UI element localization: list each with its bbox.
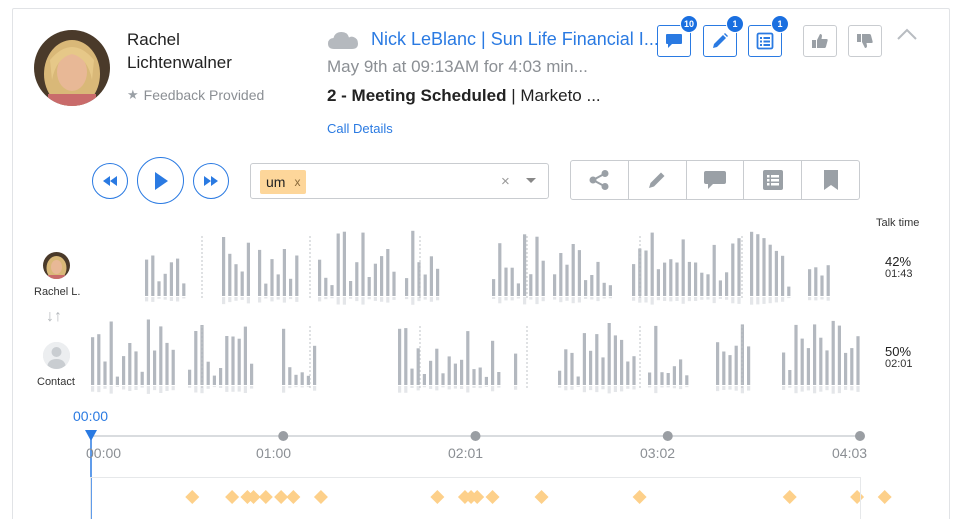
rep-talk-percent: 42% bbox=[885, 254, 912, 269]
share-icon bbox=[589, 170, 609, 190]
timeline-tick-label: 03:02 bbox=[640, 445, 676, 461]
pencil-icon bbox=[713, 33, 728, 48]
talk-time-header: Talk time bbox=[876, 217, 920, 229]
comment-icon bbox=[703, 171, 726, 189]
share-button[interactable] bbox=[571, 161, 629, 199]
pencil-icon bbox=[649, 172, 665, 188]
keyword-filter-input[interactable]: um x × bbox=[250, 163, 549, 199]
feedback-label: Feedback Provided bbox=[143, 87, 265, 103]
call-title-row: Nick LeBlanc | Sun Life Financial I... bbox=[327, 29, 659, 50]
comments-button[interactable]: 10 bbox=[657, 15, 698, 57]
keyword-marker-strip bbox=[90, 477, 861, 519]
annotate-button[interactable] bbox=[629, 161, 687, 199]
outline-button[interactable]: 1 bbox=[748, 15, 789, 57]
fast-forward-icon bbox=[204, 176, 218, 186]
rep-speaker-avatar bbox=[43, 252, 70, 279]
dislike-button[interactable] bbox=[848, 25, 882, 57]
like-button[interactable] bbox=[803, 25, 837, 57]
call-stage: 2 - Meeting Scheduled | Marketo ... bbox=[327, 86, 601, 106]
keyword-chip-label: um bbox=[266, 174, 286, 190]
contact-speaker-label: Contact bbox=[37, 376, 75, 388]
outline-count-badge: 1 bbox=[771, 15, 789, 33]
timeline-tick-label: 02:01 bbox=[448, 445, 484, 461]
comment-icon bbox=[666, 34, 682, 48]
notes-count-badge: 1 bbox=[726, 15, 744, 33]
call-card bbox=[12, 8, 950, 519]
rewind-button[interactable] bbox=[92, 163, 128, 199]
rep-talk-duration: 01:43 bbox=[885, 268, 913, 280]
notes-button[interactable]: 1 bbox=[703, 15, 744, 57]
star-icon: ★ bbox=[127, 87, 139, 102]
play-icon bbox=[154, 171, 168, 190]
current-time-label: 00:00 bbox=[73, 408, 109, 424]
contact-talk-percent: 50% bbox=[885, 344, 912, 359]
contact-speaker-avatar bbox=[43, 342, 70, 369]
clear-filter-icon[interactable]: × bbox=[501, 173, 510, 190]
list-icon bbox=[756, 32, 774, 50]
thumbs-down-icon bbox=[857, 34, 873, 48]
keyword-chip-remove[interactable]: x bbox=[294, 175, 300, 189]
rewind-icon bbox=[103, 176, 117, 186]
cloud-icon bbox=[328, 31, 358, 49]
bookmark-icon bbox=[823, 170, 838, 190]
call-stage-rest: | Marketo ... bbox=[506, 86, 601, 105]
contact-talk-duration: 02:01 bbox=[885, 358, 913, 370]
comments-count-badge: 10 bbox=[679, 15, 698, 33]
thumbs-up-icon bbox=[812, 34, 828, 48]
chevron-down-icon[interactable] bbox=[526, 178, 536, 183]
swap-speakers-icon[interactable]: ↓↑ bbox=[46, 308, 62, 326]
timeline-tick-label: 01:00 bbox=[256, 445, 292, 461]
timeline-tick-label: 00:00 bbox=[86, 445, 122, 461]
play-button[interactable] bbox=[137, 157, 184, 204]
add-outline-button[interactable] bbox=[744, 161, 803, 199]
player-toolbar bbox=[570, 160, 860, 200]
call-time: May 9th at 09:13AM for 4:03 min... bbox=[327, 57, 588, 76]
call-stage-name: 2 - Meeting Scheduled bbox=[327, 86, 507, 105]
bookmark-button[interactable] bbox=[802, 161, 859, 199]
add-comment-button[interactable] bbox=[687, 161, 745, 199]
call-title-link[interactable]: Nick LeBlanc | Sun Life Financial I... bbox=[371, 29, 659, 50]
list-icon bbox=[762, 170, 783, 190]
fast-forward-button[interactable] bbox=[193, 163, 229, 199]
rep-speaker-label: Rachel L. bbox=[34, 286, 81, 298]
feedback-status: ★ Feedback Provided bbox=[127, 87, 264, 103]
call-details-link[interactable]: Call Details bbox=[327, 121, 393, 136]
timeline-tick-label: 04:03 bbox=[832, 445, 868, 461]
keyword-chip[interactable]: um x bbox=[260, 170, 307, 194]
rep-avatar[interactable] bbox=[34, 30, 110, 106]
chevron-up-icon[interactable] bbox=[896, 26, 918, 42]
rep-name: Rachel Lichtenwalner bbox=[127, 30, 232, 72]
